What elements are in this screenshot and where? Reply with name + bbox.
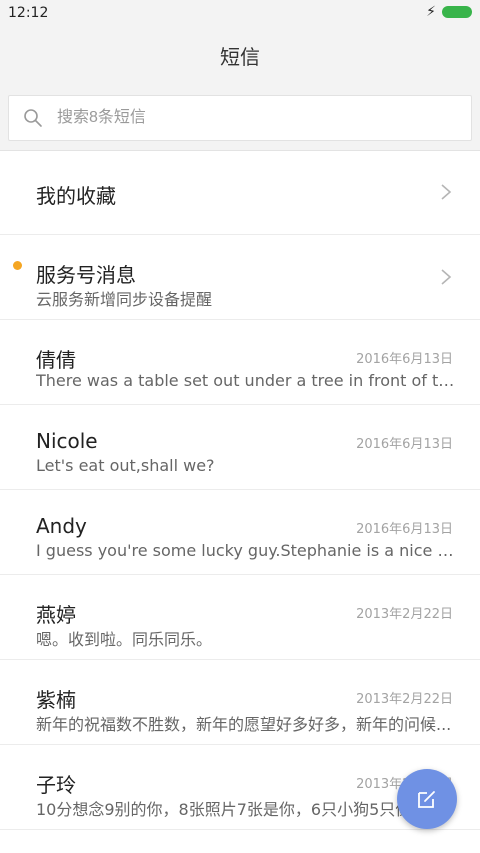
- contact-name: 紫楠: [36, 688, 76, 712]
- unread-dot: [13, 261, 22, 270]
- service-title: 服务号消息: [36, 263, 136, 287]
- message-preview: Let's eat out,shall we?: [36, 456, 215, 475]
- charging-icon: ⚡: [426, 4, 436, 20]
- conversation-list: 我的收藏 服务号消息 云服务新增同步设备提醒 倩倩 2016年6月13日 The…: [0, 150, 480, 830]
- contact-name: Nicole: [36, 429, 98, 453]
- compose-button[interactable]: [397, 769, 457, 829]
- search-icon: [24, 109, 42, 127]
- message-preview: I guess you're some lucky guy.Stephanie …: [36, 541, 456, 560]
- chevron-right-icon: [441, 269, 452, 285]
- message-preview: There was a table set out under a tree i…: [36, 371, 456, 390]
- chevron-right-icon: [441, 184, 452, 200]
- service-messages-row[interactable]: 服务号消息 云服务新增同步设备提醒: [0, 235, 480, 320]
- status-icons: ⚡: [426, 5, 472, 19]
- conversation-row[interactable]: 紫楠 2013年2月22日 新年的祝福数不胜数，新年的愿望好多好多，新年的问候.…: [0, 660, 480, 745]
- conversation-row[interactable]: 倩倩 2016年6月13日 There was a table set out …: [0, 320, 480, 405]
- conversation-row[interactable]: Andy 2016年6月13日 I guess you're some luck…: [0, 490, 480, 575]
- search-input[interactable]: [55, 108, 439, 128]
- conversation-row[interactable]: 燕婷 2013年2月22日 嗯。收到啦。同乐同乐。: [0, 575, 480, 660]
- message-date: 2016年6月13日: [356, 352, 453, 367]
- page-title: 短信: [220, 45, 260, 69]
- favorites-label: 我的收藏: [36, 184, 116, 208]
- search-area: [0, 86, 480, 151]
- message-date: 2016年6月13日: [356, 522, 453, 537]
- message-date: 2013年2月22日: [356, 692, 453, 707]
- service-subtitle: 云服务新增同步设备提醒: [36, 290, 213, 309]
- compose-icon: [418, 791, 435, 808]
- status-time: 12:12: [8, 5, 49, 21]
- app-header: 短信: [0, 28, 480, 86]
- message-preview: 新年的祝福数不胜数，新年的愿望好多好多，新年的问候...: [36, 715, 452, 734]
- contact-name: 子玲: [36, 773, 76, 797]
- contact-name: 燕婷: [36, 603, 76, 627]
- conversation-row[interactable]: Nicole 2016年6月13日 Let's eat out,shall we…: [0, 405, 480, 490]
- search-box[interactable]: [8, 95, 472, 141]
- message-date: 2013年2月22日: [356, 607, 453, 622]
- message-preview: 10分想念9别的你，8张照片7张是你，6只小狗5只像你: [36, 800, 428, 819]
- status-bar: 12:12 ⚡: [0, 0, 480, 28]
- favorites-row[interactable]: 我的收藏: [0, 150, 480, 235]
- contact-name: Andy: [36, 514, 87, 538]
- message-date: 2016年6月13日: [356, 437, 453, 452]
- contact-name: 倩倩: [36, 348, 76, 372]
- battery-icon: [442, 6, 472, 18]
- message-preview: 嗯。收到啦。同乐同乐。: [36, 630, 213, 649]
